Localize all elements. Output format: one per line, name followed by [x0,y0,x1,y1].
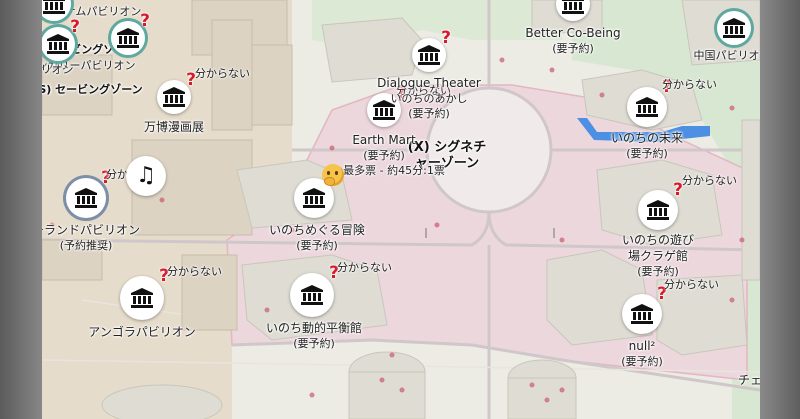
null-label: null² [628,339,656,353]
left-blurred-border [0,0,42,419]
unknown-badge-icon: ? [441,28,451,48]
manga-label: 万博漫画展 [143,120,205,134]
museum-icon [636,97,658,117]
thinking-face-icon [322,164,344,186]
museum-icon [301,285,323,305]
seeding-zone-label: (S) セービングゾーン [42,83,143,96]
inochi-doteki-marker[interactable]: ? [290,265,339,317]
manga-marker[interactable]: ? [157,72,196,114]
angola-marker[interactable]: ? [120,268,169,320]
museum-icon [723,18,745,38]
che-label: チェ [737,373,760,387]
null-marker[interactable]: ? [622,286,667,334]
inochi-meguru-marker[interactable] [294,164,344,218]
manga-unknown: 分からない [195,67,250,80]
museum-icon [43,0,65,14]
asobi-label: いのちの遊び [621,233,695,247]
zone-label-line1: (X) シグネチ [407,140,487,155]
museum-icon [75,188,97,208]
mirai-marker[interactable]: ? [627,79,672,127]
better-cobeing-sub: (要予約) [552,42,594,55]
better-cobeing-label: Better Co-Being [525,26,621,40]
inochi-doteki-unknown: 分からない [337,261,392,274]
china-label: 中国パビリオン [693,49,761,62]
museum-icon [47,34,69,54]
inochi-doteki-sub: (要予約) [293,337,335,350]
angola-label: アンゴラパビリオン [88,325,196,339]
dialogue-sub2: (要予約) [408,107,450,120]
museum-icon [647,200,669,220]
map-screenshot: (X) シグネチ ャーゾーン ? 分からない Earth Mart (要予約) … [0,0,800,419]
dialogue-sub: いのちのあかし [390,92,468,105]
null-sub: (要予約) [621,355,663,368]
map-view[interactable]: (X) シグネチ ャーゾーン ? 分からない Earth Mart (要予約) … [42,0,760,419]
dialogue-marker[interactable]: ? [412,30,451,72]
mirai-sub: (要予約) [626,147,668,160]
museum-icon [117,28,139,48]
mirai-unknown: 分からない [662,78,717,91]
mirai-label: いのちの未来 [610,131,684,145]
inochi-meguru-label: いのちめぐる冒険 [269,223,365,237]
music-note-icon: ♫ [136,163,156,188]
land-pavilion-sub: (予約推奨) [59,239,113,252]
earth-mart-sub: (要予約) [363,149,405,162]
museum-icon [131,288,153,308]
unknown-badge-icon: ? [140,11,150,31]
inochi-doteki-label: いのち動的平衡館 [265,321,363,335]
museum-icon [418,45,440,65]
dialogue-label: Dialogue Theater [377,76,481,90]
museum-icon [163,87,185,107]
null-unknown: 分からない [664,278,719,291]
right-blurred-border [760,0,800,419]
inochi-meguru-sub: (要予約) [296,239,338,252]
museum-icon [631,304,653,324]
asobi-unknown: 分からない [682,174,737,187]
earth-mart-label: Earth Mart [352,133,416,147]
music-marker[interactable]: ♫ [126,156,166,196]
museum-icon [303,188,325,208]
pavilion-left-label: パビリオン [42,63,74,76]
museum-icon [562,0,584,14]
china-marker[interactable] [717,11,751,45]
unknown-badge-icon: ? [70,17,80,37]
seeding-marker-1[interactable]: ? [42,19,80,61]
asobi-label-2: 場クラゲ館 [627,249,689,263]
land-pavilion-marker[interactable]: ? [66,170,111,218]
land-pavilion-label: ーランドパビリオン [42,223,141,237]
angola-unknown: 分からない [167,265,222,278]
asobi-marker[interactable]: ? [638,182,683,230]
most-votes-label: 最多票 - 約45分:1票 [343,164,445,177]
seeding-marker-2[interactable]: ? [111,13,150,55]
